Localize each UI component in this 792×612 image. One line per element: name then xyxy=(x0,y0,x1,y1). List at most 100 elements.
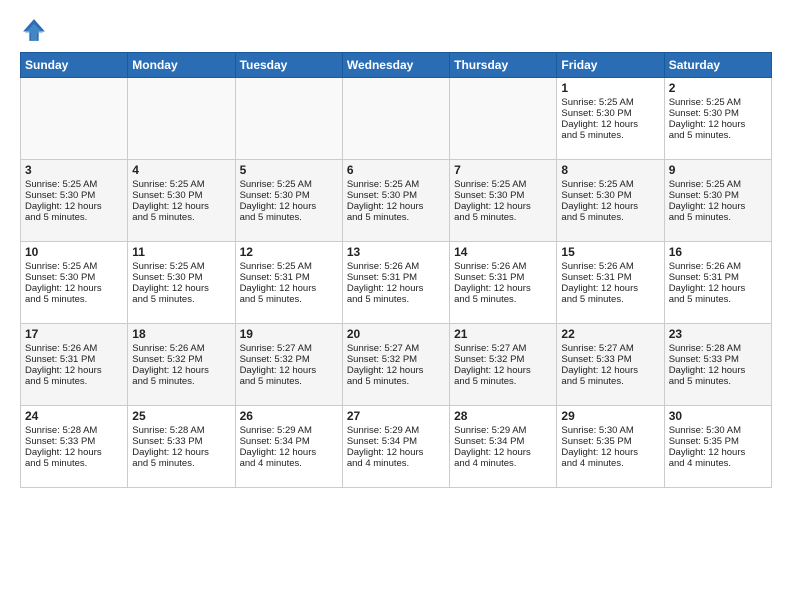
day-info: Sunset: 5:35 PM xyxy=(669,436,767,447)
day-info: Sunset: 5:30 PM xyxy=(561,190,659,201)
day-info: Sunrise: 5:30 AM xyxy=(561,425,659,436)
day-number: 4 xyxy=(132,163,230,177)
day-info: Daylight: 12 hours xyxy=(669,447,767,458)
day-number: 1 xyxy=(561,81,659,95)
day-info: Sunset: 5:30 PM xyxy=(347,190,445,201)
day-info: Sunset: 5:31 PM xyxy=(25,354,123,365)
day-info: Sunrise: 5:28 AM xyxy=(25,425,123,436)
day-number: 2 xyxy=(669,81,767,95)
day-info: Sunrise: 5:29 AM xyxy=(347,425,445,436)
calendar-cell: 19 Sunrise: 5:27 AMSunset: 5:32 PMDayligh… xyxy=(235,324,342,406)
day-number: 27 xyxy=(347,409,445,423)
day-info: Daylight: 12 hours xyxy=(132,447,230,458)
day-info: and 5 minutes. xyxy=(132,458,230,469)
day-info: Sunset: 5:32 PM xyxy=(454,354,552,365)
day-info: and 5 minutes. xyxy=(561,130,659,141)
day-info: and 5 minutes. xyxy=(561,376,659,387)
day-info: and 5 minutes. xyxy=(240,212,338,223)
day-info: Sunset: 5:30 PM xyxy=(240,190,338,201)
calendar-cell xyxy=(21,78,128,160)
day-info: Sunset: 5:32 PM xyxy=(240,354,338,365)
calendar-cell: 4Sunrise: 5:25 AMSunset: 5:30 PMDaylight… xyxy=(128,160,235,242)
day-info: Sunrise: 5:30 AM xyxy=(669,425,767,436)
day-number: 19 xyxy=(240,327,338,341)
day-info: Daylight: 12 hours xyxy=(240,447,338,458)
col-header-tuesday: Tuesday xyxy=(235,53,342,78)
day-info: Daylight: 12 hours xyxy=(240,365,338,376)
calendar-cell: 3Sunrise: 5:25 AMSunset: 5:30 PMDaylight… xyxy=(21,160,128,242)
day-info: Daylight: 12 hours xyxy=(25,201,123,212)
calendar-header-row: SundayMondayTuesdayWednesdayThursdayFrid… xyxy=(21,53,772,78)
day-info: Sunset: 5:30 PM xyxy=(561,108,659,119)
day-info: and 5 minutes. xyxy=(25,212,123,223)
day-number: 25 xyxy=(132,409,230,423)
col-header-thursday: Thursday xyxy=(450,53,557,78)
day-info: Daylight: 12 hours xyxy=(132,365,230,376)
day-info: Sunset: 5:31 PM xyxy=(669,272,767,283)
day-info: and 4 minutes. xyxy=(240,458,338,469)
calendar-week-4: 24Sunrise: 5:28 AMSunset: 5:33 PMDayligh… xyxy=(21,406,772,488)
day-info: Sunrise: 5:25 AM xyxy=(132,261,230,272)
day-info: Sunrise: 5:25 AM xyxy=(25,179,123,190)
day-number: 22 xyxy=(561,327,659,341)
day-number: 21 xyxy=(454,327,552,341)
day-info: Daylight: 12 hours xyxy=(669,283,767,294)
day-info: Sunrise: 5:27 AM xyxy=(347,343,445,354)
day-info: Sunrise: 5:25 AM xyxy=(669,97,767,108)
day-info: Daylight: 12 hours xyxy=(132,201,230,212)
day-info: Sunrise: 5:26 AM xyxy=(25,343,123,354)
day-info: and 5 minutes. xyxy=(347,376,445,387)
calendar-cell xyxy=(342,78,449,160)
day-info: Daylight: 12 hours xyxy=(669,201,767,212)
day-info: Sunrise: 5:29 AM xyxy=(240,425,338,436)
day-info: Sunset: 5:34 PM xyxy=(347,436,445,447)
day-info: Sunrise: 5:28 AM xyxy=(669,343,767,354)
calendar-cell: 7Sunrise: 5:25 AMSunset: 5:30 PMDaylight… xyxy=(450,160,557,242)
day-info: Sunset: 5:31 PM xyxy=(454,272,552,283)
day-info: Sunrise: 5:25 AM xyxy=(240,179,338,190)
day-number: 8 xyxy=(561,163,659,177)
day-info: and 4 minutes. xyxy=(561,458,659,469)
day-info: Sunset: 5:30 PM xyxy=(132,272,230,283)
day-number: 16 xyxy=(669,245,767,259)
day-number: 17 xyxy=(25,327,123,341)
day-info: and 5 minutes. xyxy=(561,294,659,305)
col-header-sunday: Sunday xyxy=(21,53,128,78)
day-info: Daylight: 12 hours xyxy=(25,283,123,294)
day-info: Daylight: 12 hours xyxy=(347,283,445,294)
day-info: Sunset: 5:34 PM xyxy=(240,436,338,447)
day-info: Sunset: 5:30 PM xyxy=(25,190,123,201)
day-info: Daylight: 12 hours xyxy=(454,365,552,376)
day-info: Daylight: 12 hours xyxy=(25,365,123,376)
calendar-cell xyxy=(235,78,342,160)
calendar-cell: 29Sunrise: 5:30 AMSunset: 5:35 PMDayligh… xyxy=(557,406,664,488)
day-info: Sunrise: 5:25 AM xyxy=(561,179,659,190)
calendar-cell: 13Sunrise: 5:26 AMSunset: 5:31 PMDayligh… xyxy=(342,242,449,324)
calendar-cell: 20Sunrise: 5:27 AMSunset: 5:32 PMDayligh… xyxy=(342,324,449,406)
day-info: Sunrise: 5:26 AM xyxy=(454,261,552,272)
day-info: and 5 minutes. xyxy=(25,294,123,305)
day-number: 5 xyxy=(240,163,338,177)
day-info: Sunrise: 5:27 AM xyxy=(454,343,552,354)
day-info: and 5 minutes. xyxy=(132,212,230,223)
day-info: Daylight: 12 hours xyxy=(561,201,659,212)
day-info: Daylight: 12 hours xyxy=(561,283,659,294)
day-info: and 5 minutes. xyxy=(561,212,659,223)
day-info: Sunset: 5:33 PM xyxy=(25,436,123,447)
day-info: Sunrise: 5:28 AM xyxy=(132,425,230,436)
day-info: and 5 minutes. xyxy=(347,212,445,223)
header-area xyxy=(20,16,772,44)
day-info: and 4 minutes. xyxy=(454,458,552,469)
calendar-cell: 5Sunrise: 5:25 AMSunset: 5:30 PMDaylight… xyxy=(235,160,342,242)
day-number: 30 xyxy=(669,409,767,423)
calendar-cell: 21 Sunrise: 5:27 AMSunset: 5:32 PMDayligh… xyxy=(450,324,557,406)
day-info: Sunrise: 5:26 AM xyxy=(347,261,445,272)
calendar-cell: 28Sunrise: 5:29 AMSunset: 5:34 PMDayligh… xyxy=(450,406,557,488)
day-info: Sunrise: 5:27 AM xyxy=(240,343,338,354)
day-info: and 5 minutes. xyxy=(25,376,123,387)
day-info: and 5 minutes. xyxy=(669,212,767,223)
calendar-cell: 18Sunrise: 5:26 AMSunset: 5:32 PMDayligh… xyxy=(128,324,235,406)
day-info: Sunrise: 5:25 AM xyxy=(240,261,338,272)
day-number: 11 xyxy=(132,245,230,259)
day-info: and 5 minutes. xyxy=(454,212,552,223)
